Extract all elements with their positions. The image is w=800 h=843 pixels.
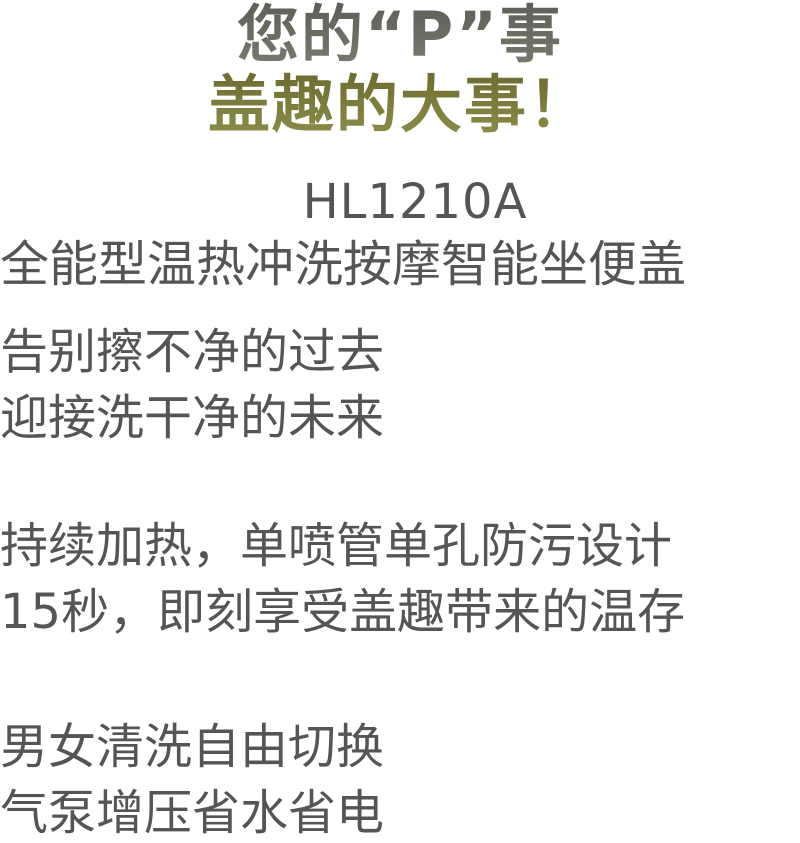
headline-line-2: 盖趣的大事！ [0, 70, 800, 140]
copy-line: 15秒，即刻享受盖趣带来的温存 [0, 584, 686, 640]
product-name: 全能型温热冲洗按摩智能坐便盖 [0, 236, 687, 293]
copy-line: 持续加热，单喷管单孔防污设计 [0, 518, 673, 574]
copy-line: 男女清洗自由切换 [0, 719, 385, 775]
copy-line: 气泵增压省水省电 [0, 785, 385, 841]
product-model: HL1210A [302, 174, 528, 230]
copy-line: 迎接洗干净的未来 [0, 390, 385, 446]
headline-line-1: 您的“P”事 [0, 0, 800, 70]
copy-line: 告别擦不净的过去 [0, 324, 385, 380]
